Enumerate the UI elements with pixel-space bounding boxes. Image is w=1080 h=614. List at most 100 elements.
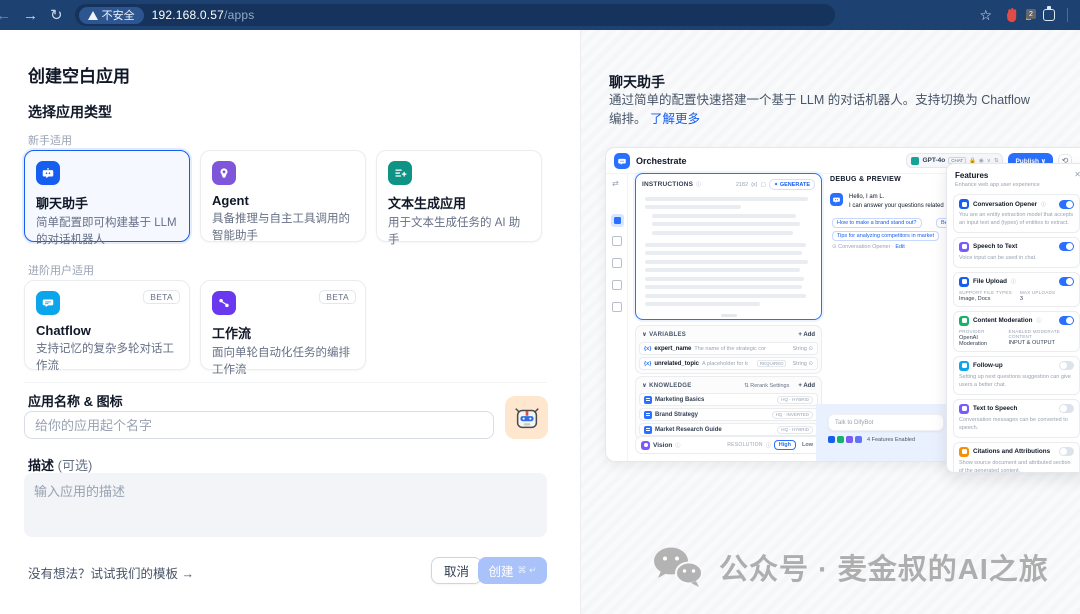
- knowledge-doc-row: Brand Strategy HQ · INVERTED: [639, 408, 818, 421]
- app-type-card-text-generation[interactable]: 文本生成应用 用于文本生成任务的 AI 助手: [376, 150, 542, 246]
- feature-card-speech-to-text: Speech to Text Voice input can be used i…: [953, 236, 1080, 268]
- section-divider: [24, 382, 547, 383]
- sidebar-icon: [612, 280, 622, 290]
- feature-chip-icon: [846, 436, 853, 443]
- extensions-puzzle-icon[interactable]: [1043, 6, 1055, 21]
- advanced-label: 进阶用户适用: [28, 265, 94, 277]
- vision-icon: [641, 440, 650, 450]
- reload-icon[interactable]: ↻: [50, 8, 63, 23]
- add-variable-button: + Add: [798, 331, 815, 338]
- sidebar-icon: [612, 236, 622, 246]
- feature-card-text-to-speech: Text to Speech Conversation messages can…: [953, 398, 1080, 438]
- resize-handle: [720, 314, 737, 317]
- rerank-settings-button: ⇅ Rerank Settings: [744, 382, 790, 389]
- document-icon: [644, 395, 652, 404]
- page-title: 创建空白应用: [28, 67, 130, 86]
- citations-icon: [959, 446, 969, 457]
- learn-more-link[interactable]: 了解更多: [650, 112, 700, 126]
- card-title: Chatflow: [36, 323, 91, 338]
- try-templates-link[interactable]: 没有想法？试试我们的模板 →: [28, 563, 194, 582]
- address-bar[interactable]: 不安全 192.168.0.57/apps: [74, 4, 835, 26]
- variable-row: {x} unrelated_topic A placeholder for to…: [639, 357, 818, 370]
- feature-chip-icon: [828, 436, 835, 443]
- app-name-label: 应用名称 & 图标: [28, 394, 123, 409]
- feature-card-content-moderation: Content Moderation ⓘ PROVIDER OpenAI Mode…: [953, 310, 1080, 352]
- beginner-label: 新手适用: [28, 135, 72, 147]
- text-to-speech-icon: [959, 403, 969, 414]
- content-moderation-icon: [959, 315, 969, 326]
- preview-mini-sidebar: ⇄: [606, 174, 628, 461]
- text-generation-icon: [388, 161, 412, 185]
- toggle-on: [1059, 199, 1074, 209]
- toggle-off: [1059, 361, 1074, 371]
- card-description: 用于文本生成任务的 AI 助手: [388, 217, 521, 246]
- speech-to-text-icon: [959, 241, 969, 252]
- instructions-panel: INSTRUCTIONS ⓘ 2182 {x} ▢ ✦ GENERATE: [635, 173, 822, 320]
- beta-badge: BETA: [143, 290, 180, 304]
- app-type-card-chat-assistant[interactable]: 聊天助手 简单配置即可构建基于 LLM 的对话机器人: [24, 150, 190, 246]
- info-icon: ⓘ: [765, 442, 771, 449]
- workflow-icon: [212, 291, 236, 315]
- beta-badge: BETA: [319, 290, 356, 304]
- back-icon[interactable]: ←: [0, 8, 11, 23]
- extension-badge: 2: [1026, 9, 1036, 19]
- adblock-extension-icon[interactable]: [1004, 7, 1019, 23]
- variable-row: {x} expert_name The name of the strategi…: [639, 342, 818, 355]
- card-title: Agent: [212, 193, 249, 208]
- create-button[interactable]: 创建 ⌘ ↵: [478, 557, 547, 584]
- browser-toolbar: ← → ↻ 不安全 192.168.0.57/apps ☆ 2: [0, 0, 1080, 30]
- document-icon: [644, 410, 652, 419]
- card-title: 工作流: [212, 326, 252, 341]
- create-shortcut: ⌘ ↵: [517, 565, 537, 575]
- cancel-button[interactable]: 取消: [431, 557, 483, 584]
- security-label: 不安全: [101, 10, 135, 22]
- document-icon: [644, 425, 652, 434]
- bookmark-star-icon[interactable]: ☆: [979, 7, 992, 24]
- card-title: 文本生成应用: [388, 196, 467, 211]
- app-icon-picker[interactable]: [505, 396, 548, 439]
- sidebar-icon: [612, 302, 622, 312]
- description-label: 描述 (可选): [28, 458, 93, 473]
- forward-icon[interactable]: →: [23, 8, 38, 23]
- app-type-detail-panel: 聊天助手 通过简单的配置快速搭建一个基于 LLM 的对话机器人。支持切换为 Ch…: [580, 30, 1080, 614]
- detail-title: 聊天助手: [609, 74, 665, 90]
- wechat-icon: [654, 547, 703, 587]
- description-textarea[interactable]: [24, 473, 547, 537]
- create-app-panel: 创建空白应用 选择应用类型 新手适用 聊天助手 简单配置即可构建基于 LLM 的…: [0, 30, 580, 614]
- feature-card-citations: Citations and Attributions Show source d…: [953, 441, 1080, 472]
- app-type-card-agent[interactable]: Agent 具备推理与自主工具调用的智能助手: [200, 150, 366, 242]
- suggestion-chip: How to make a brand stand out?: [832, 218, 922, 228]
- card-description: 具备推理与自主工具调用的智能助手: [212, 213, 350, 242]
- watermark: 公众号 · 麦金叔的AI之旅: [651, 546, 1049, 588]
- enabled-features-row: 4 Features Enabled: [828, 436, 915, 443]
- conversation-opener-caption: ⊙ Conversation Opener · Edit: [832, 244, 905, 250]
- toggle-on: [1059, 242, 1074, 252]
- card-description: 面向单轮自动化任务的编排工作流: [212, 347, 350, 376]
- info-icon: ⓘ: [1036, 318, 1042, 325]
- url-text: 192.168.0.57/apps: [151, 8, 255, 22]
- orchestrate-nav-icon: [611, 214, 624, 227]
- app-name-input[interactable]: [24, 411, 494, 439]
- toggle-on: [1059, 277, 1074, 287]
- follow-up-icon: [959, 360, 969, 371]
- feature-card-file-upload: File Upload ⓘ SUPPORT FILE TYPES Image, D…: [953, 271, 1080, 307]
- chat-assistant-icon: [36, 161, 60, 185]
- card-description: 简单配置即可构建基于 LLM 的对话机器人: [36, 217, 177, 246]
- feature-chip-icon: [837, 436, 844, 443]
- knowledge-doc-row: Market Research Guide HQ · HYBRID: [639, 423, 818, 436]
- card-title: 聊天助手: [36, 196, 89, 211]
- suggestion-chip: Tips for analyzing competitors in market: [832, 231, 939, 241]
- feature-card-follow-up: Follow-up Setting up next questions sugg…: [953, 355, 1080, 395]
- add-knowledge-button: + Add: [798, 382, 815, 389]
- bot-greeting: Hello, I am L. I can answer your questio…: [849, 194, 944, 209]
- copy-icon: ▢: [760, 181, 766, 188]
- toggle-off: [1059, 447, 1074, 457]
- app-type-card-workflow[interactable]: BETA 工作流 面向单轮自动化任务的编排工作流: [200, 280, 366, 376]
- resolution-low-option: Low: [802, 442, 813, 448]
- app-type-card-chatflow[interactable]: BETA Chatflow 支持记忆的复杂多轮对话工作流: [24, 280, 190, 372]
- required-badge: REQUIRED: [756, 360, 787, 367]
- toggle-off: [1059, 404, 1074, 414]
- conversation-opener-icon: [959, 199, 969, 209]
- preview-title: Orchestrate: [636, 155, 687, 166]
- security-badge[interactable]: 不安全: [78, 6, 144, 24]
